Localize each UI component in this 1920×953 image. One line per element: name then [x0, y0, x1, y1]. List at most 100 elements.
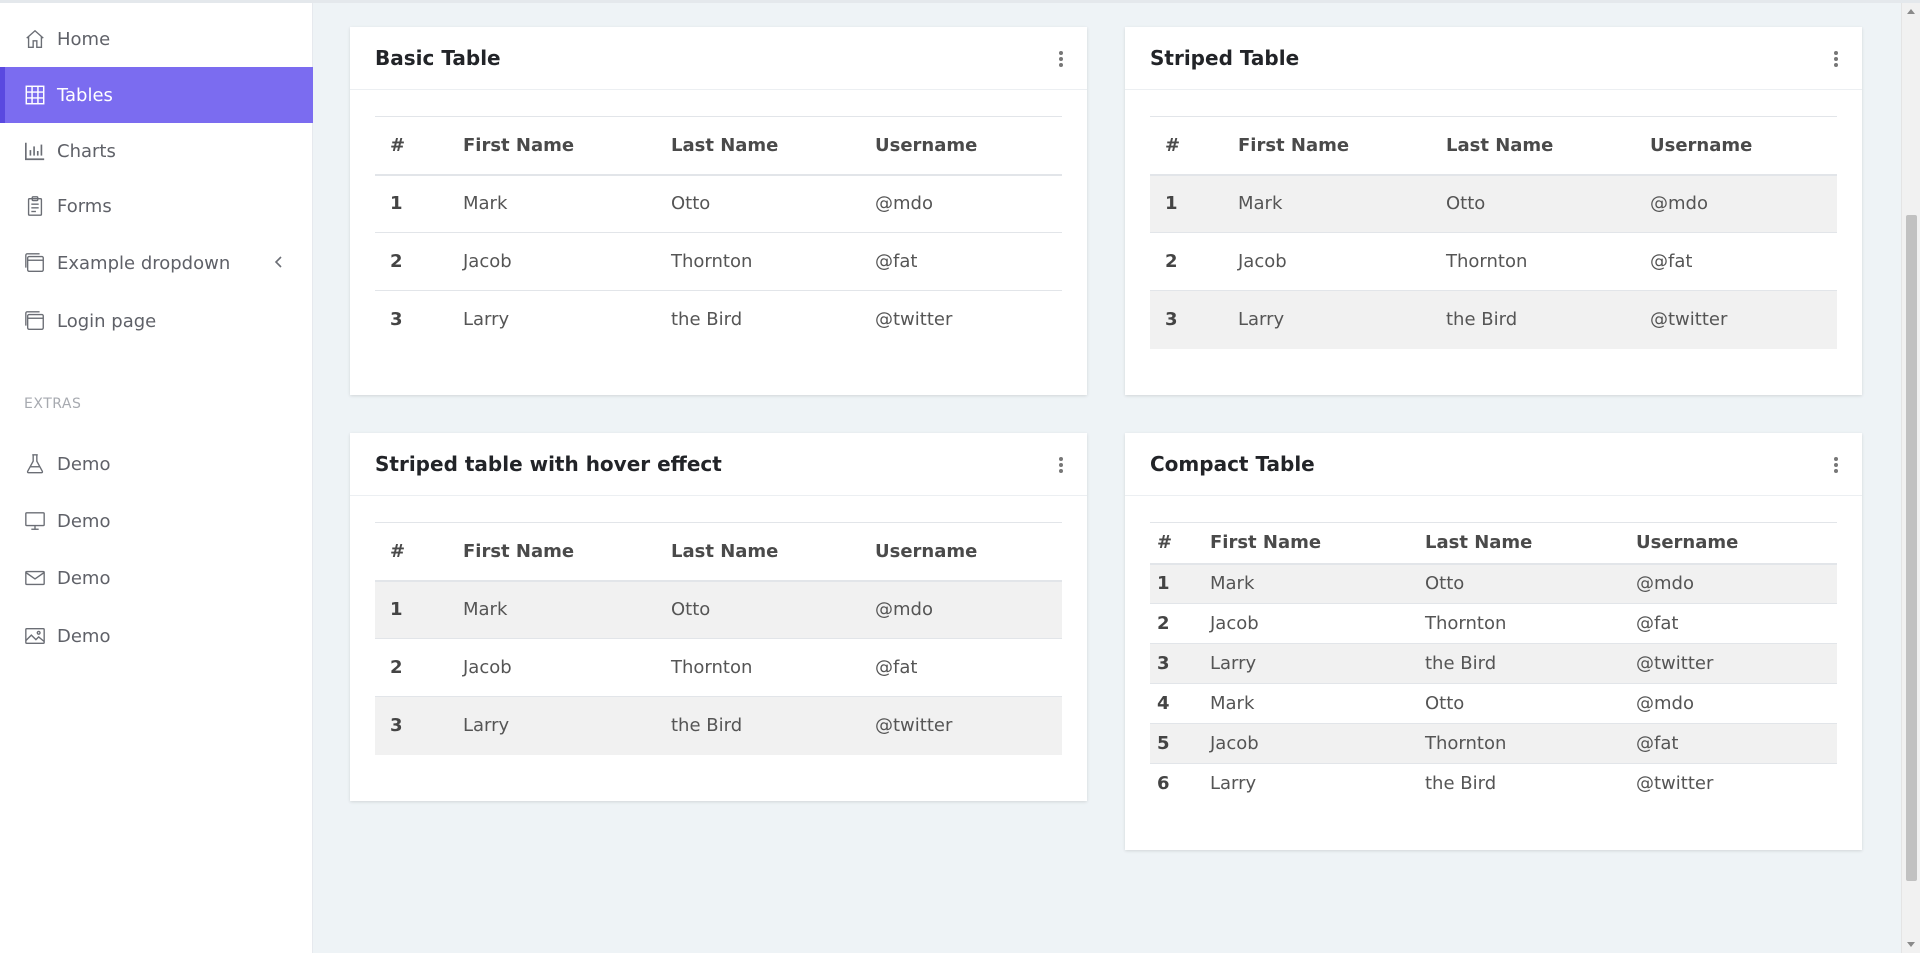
table-header-row: # First Name Last Name Username [1150, 522, 1837, 564]
last-name-cell: the Bird [671, 715, 743, 737]
hover-table-card: Striped table with hover effect # First … [350, 433, 1087, 801]
first-name-cell: Mark [463, 599, 508, 621]
image-icon [24, 625, 46, 647]
first-name-cell: Jacob [1210, 613, 1259, 634]
last-name-cell: Thornton [671, 657, 753, 678]
sidebar-item-label: Home [57, 28, 111, 50]
column-header: Last Name [1446, 134, 1554, 156]
last-name-cell: the Bird [1425, 773, 1497, 795]
row-number: 2 [1165, 251, 1178, 272]
card-header: Basic Table [350, 27, 1087, 90]
last-name-cell: Otto [1425, 693, 1465, 714]
column-header: First Name [463, 540, 575, 562]
table-row: 3 Larry the Bird @twitter [1150, 643, 1837, 684]
first-name-cell: Larry [463, 715, 510, 737]
column-header: Last Name [1425, 532, 1533, 554]
table-row: 2 Jacob Thornton @fat [1150, 604, 1837, 644]
basic-table: # First Name Last Name Username 1 Mark Ott… [375, 116, 1062, 349]
card-header: Striped table with hover effect [350, 433, 1087, 496]
monitor-icon [24, 510, 46, 532]
more-options-icon[interactable] [1059, 51, 1063, 67]
username-cell: @fat [875, 251, 918, 272]
sidebar-item-demo[interactable]: Demo [0, 493, 313, 549]
first-name-cell: Jacob [1238, 251, 1287, 272]
first-name-cell: Mark [1210, 573, 1255, 595]
card-header: Compact Table [1125, 433, 1862, 496]
table-row: 4 Mark Otto @mdo [1150, 684, 1837, 724]
last-name-cell: Thornton [1425, 733, 1507, 754]
more-options-icon[interactable] [1834, 51, 1838, 67]
sidebar-item-forms[interactable]: Forms [0, 178, 313, 234]
last-name-cell: the Bird [1425, 653, 1497, 674]
sidebar-item-label: Demo [57, 510, 111, 532]
first-name-cell: Jacob [1210, 733, 1259, 754]
username-cell: @mdo [1650, 193, 1708, 215]
table-row: 1 Mark Otto @mdo [375, 175, 1062, 233]
column-header: Username [1636, 532, 1739, 554]
first-name-cell: Larry [1238, 309, 1285, 331]
username-cell: @mdo [1636, 693, 1694, 714]
first-name-cell: Jacob [463, 657, 512, 678]
sidebar-item-example-dropdown[interactable]: Example dropdown [0, 235, 313, 291]
sidebar-item-login-page[interactable]: Login page [0, 293, 313, 349]
striped-table: # First Name Last Name Username 1 Mark Ott… [1150, 116, 1837, 349]
more-options-icon[interactable] [1834, 457, 1838, 473]
table-row: 1 Mark Otto @mdo [1150, 174, 1837, 233]
table-header-row: # First Name Last Name Username [1150, 116, 1837, 175]
sidebar-item-tables[interactable]: Tables [0, 67, 313, 123]
row-number: 2 [1157, 613, 1170, 634]
sidebar-item-label: Tables [57, 84, 113, 106]
table-row: 1 Mark Otto @mdo [1150, 563, 1837, 604]
sidebar-item-label: Demo [57, 625, 111, 647]
column-header: Last Name [671, 540, 779, 562]
first-name-cell: Jacob [463, 251, 512, 272]
row-number: 6 [1157, 773, 1170, 795]
table-row: 2 Jacob Thornton @fat [1150, 233, 1837, 291]
column-header: First Name [1210, 532, 1322, 554]
compact-table-card: Compact Table # First Name Last Name Use… [1125, 433, 1862, 850]
card-header: Striped Table [1125, 27, 1862, 90]
table-header-row: # First Name Last Name Username [375, 522, 1062, 581]
sidebar-item-demo[interactable]: Demo [0, 550, 313, 606]
row-number: 3 [390, 715, 403, 737]
table-row: 2 Jacob Thornton @fat [375, 233, 1062, 291]
flask-icon [24, 453, 46, 475]
table-header-row: # First Name Last Name Username [375, 116, 1062, 175]
username-cell: @mdo [875, 599, 933, 621]
last-name-cell: Otto [671, 599, 711, 621]
scroll-up-arrow-icon[interactable] [1907, 9, 1915, 14]
column-header: Last Name [671, 134, 779, 156]
vertical-scrollbar[interactable] [1901, 3, 1920, 953]
last-name-cell: Thornton [1446, 251, 1528, 272]
table-row: 6 Larry the Bird @twitter [1150, 764, 1837, 804]
row-number: 1 [390, 193, 403, 215]
card-title: Basic Table [375, 46, 501, 70]
sidebar-item-home[interactable]: Home [0, 11, 313, 67]
table-row: 3 Larry the Bird @twitter [375, 696, 1062, 755]
row-number: 1 [390, 599, 403, 621]
column-header: First Name [1238, 134, 1350, 156]
scrollbar-thumb[interactable] [1906, 215, 1917, 881]
column-header: # [390, 134, 406, 156]
row-number: 3 [390, 309, 403, 331]
striped-table-card: Striped Table # First Name Last Name Use… [1125, 27, 1862, 395]
sidebar-item-demo[interactable]: Demo [0, 608, 313, 664]
row-number: 3 [1157, 653, 1170, 674]
table-row: 3 Larry the Bird @twitter [375, 291, 1062, 349]
sidebar-item-label: Login page [57, 310, 157, 332]
first-name-cell: Larry [1210, 653, 1257, 674]
username-cell: @mdo [1636, 573, 1694, 595]
username-cell: @fat [1650, 251, 1693, 272]
table-row: 2 Jacob Thornton @fat [375, 639, 1062, 697]
sidebar-item-charts[interactable]: Charts [0, 123, 313, 179]
row-number: 1 [1157, 573, 1170, 595]
sidebar-item-demo[interactable]: Demo [0, 436, 313, 492]
extras-heading: EXTRAS [24, 396, 82, 412]
sidebar: Home Tables Charts Forms Example dropdow… [0, 3, 313, 953]
column-header: Username [875, 540, 978, 562]
username-cell: @fat [875, 657, 918, 678]
more-options-icon[interactable] [1059, 457, 1063, 473]
last-name-cell: Otto [671, 193, 711, 215]
scroll-down-arrow-icon[interactable] [1907, 942, 1915, 947]
username-cell: @fat [1636, 613, 1679, 634]
